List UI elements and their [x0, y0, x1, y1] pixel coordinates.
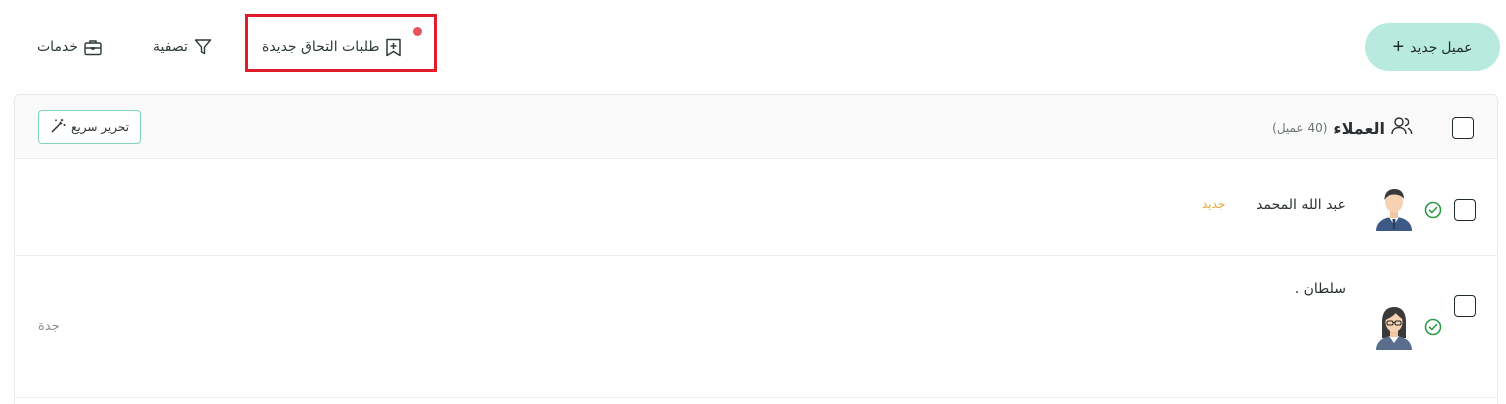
clients-title-text: العملاء — [1333, 118, 1385, 138]
table-row[interactable]: عبد الله المحمد جديد — [15, 159, 1497, 256]
services-button[interactable]: خدمات — [37, 34, 102, 60]
check-circle-icon — [1424, 318, 1442, 340]
row-checkbox[interactable] — [1454, 199, 1476, 221]
notification-dot — [413, 27, 422, 36]
new-badge: جديد — [1202, 197, 1226, 211]
row-checkbox[interactable] — [1454, 295, 1476, 317]
highlight-box — [245, 14, 437, 72]
magic-wand-icon — [50, 118, 66, 137]
table-row[interactable]: سلطان . جدة — [15, 256, 1497, 398]
plus-icon: + — [1392, 36, 1405, 58]
filter-label: تصفية — [153, 39, 188, 55]
clients-title: العملاء (40 عميل) — [1272, 116, 1413, 140]
male-avatar — [1372, 185, 1416, 231]
client-name[interactable]: سلطان . — [1245, 281, 1346, 297]
clients-panel: العملاء (40 عميل) تحرير سريع عبد الله ال… — [14, 94, 1498, 404]
services-label: خدمات — [37, 39, 78, 55]
clients-count: (40 عميل) — [1272, 121, 1328, 135]
female-avatar — [1372, 304, 1416, 350]
select-all-checkbox[interactable] — [1452, 117, 1474, 139]
client-city: جدة — [38, 319, 60, 334]
clients-panel-header: العملاء (40 عميل) تحرير سريع — [15, 95, 1497, 159]
users-icon — [1391, 116, 1413, 140]
quick-edit-label: تحرير سريع — [71, 120, 129, 134]
new-client-button[interactable]: + عميل جديد — [1365, 23, 1500, 71]
client-name[interactable]: عبد الله المحمد — [1245, 197, 1346, 213]
quick-edit-button[interactable]: تحرير سريع — [38, 110, 141, 144]
briefcase-icon — [84, 39, 102, 56]
filter-button[interactable]: تصفية — [153, 34, 212, 60]
check-circle-icon — [1424, 201, 1442, 223]
new-client-label: عميل جديد — [1410, 38, 1473, 55]
filter-icon — [194, 38, 212, 56]
